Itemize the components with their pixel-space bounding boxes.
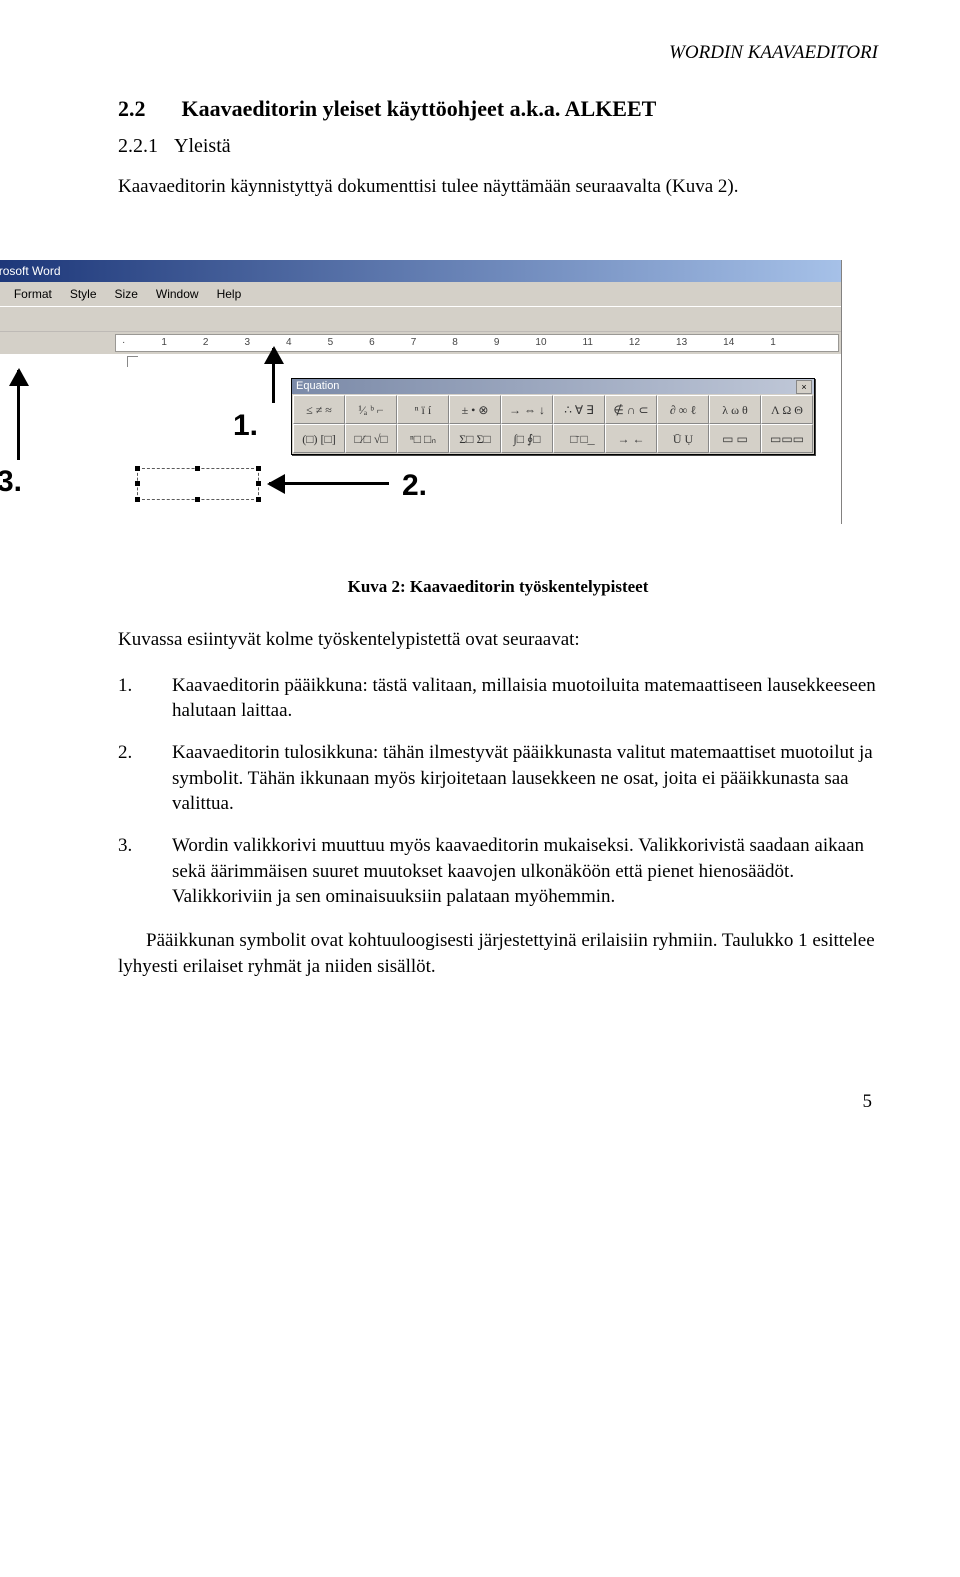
menu-format[interactable]: Format (6, 284, 60, 304)
list-text: Wordin valikkorivi muuttuu myös kaavaedi… (172, 833, 878, 910)
eq-spaces-ellipses[interactable]: ¹⁄ₐ ᵇ ⌐ (345, 395, 397, 424)
equation-row-1: ≤ ≠ ≈ ¹⁄ₐ ᵇ ⌐ ⁿ ï í ± • ⊗ → ⇔ ↓ ∴ ∀ ∃ ∉ … (293, 395, 813, 424)
list-item: 1. Kaavaeditorin pääikkuna: tästä valita… (118, 673, 878, 724)
eq-greek-upper[interactable]: Λ Ω Θ (761, 395, 813, 424)
section-title: Kaavaeditorin yleiset käyttöohjeet a.k.a… (182, 94, 657, 124)
section-number: 2.2 (118, 94, 146, 124)
eq-matrix-small[interactable]: ▭ ▭ (709, 424, 761, 453)
list-item: 2. Kaavaeditorin tulosikkuna: tähän ilme… (118, 740, 878, 817)
eq-over-underbar[interactable]: □̄ □͟ (553, 424, 605, 453)
eq-relational-symbols[interactable]: ≤ ≠ ≈ (293, 395, 345, 424)
list-text: Kaavaeditorin tulosikkuna: tähän ilmesty… (172, 740, 878, 817)
menu-view[interactable]: View (0, 284, 4, 304)
list-marker: 3. (118, 833, 152, 910)
document-page[interactable]: Equation × ≤ ≠ ≈ ¹⁄ₐ ᵇ ⌐ ⁿ ï í ± • ⊗ → ⇔… (0, 354, 841, 524)
resize-handle[interactable] (195, 466, 200, 471)
equation-toolbar[interactable]: Equation × ≤ ≠ ≈ ¹⁄ₐ ᵇ ⌐ ⁿ ï í ± • ⊗ → ⇔… (291, 378, 815, 455)
arrow-up-icon (272, 348, 275, 403)
running-header: WORDIN KAAVAEDITORI (118, 40, 878, 66)
horizontal-ruler-row: · 1 2 3 4 5 6 7 8 9 10 11 12 13 14 1 (0, 332, 841, 354)
annotation-label-2: 2. (402, 466, 427, 507)
menubar: File Edit View Format Style Size Window … (0, 282, 841, 307)
page-number: 5 (118, 1089, 878, 1115)
annotation-label-3: 3. (0, 462, 22, 503)
list-text: Kaavaeditorin pääikkuna: tästä valitaan,… (172, 673, 878, 724)
numbered-list: 1. Kaavaeditorin pääikkuna: tästä valita… (118, 673, 878, 910)
resize-handle[interactable] (135, 481, 140, 486)
eq-logical-symbols[interactable]: ∴ ∀ ∃ (553, 395, 605, 424)
resize-handle[interactable] (195, 497, 200, 502)
horizontal-ruler[interactable]: · 1 2 3 4 5 6 7 8 9 10 11 12 13 14 1 (115, 334, 839, 352)
eq-fraction-radical[interactable]: □⁄□ √□ (345, 424, 397, 453)
document-area: 1 2 Equation × ≤ ≠ ≈ ¹⁄ₐ ᵇ ⌐ (0, 354, 841, 524)
resize-handle[interactable] (135, 466, 140, 471)
arrow-up-icon (17, 370, 20, 460)
list-item: 3. Wordin valikkorivi muuttuu myös kaava… (118, 833, 878, 910)
subsection-title: Yleistä (174, 133, 231, 160)
eq-summation[interactable]: Σ□ Σ□ (449, 424, 501, 453)
closing-paragraph: Pääikkunan symbolit ovat kohtuuloogisest… (118, 928, 878, 979)
menu-size[interactable]: Size (107, 284, 146, 304)
eq-labeled-arrow[interactable]: → ← (605, 424, 657, 453)
menu-window[interactable]: Window (148, 284, 207, 304)
eq-greek-lower[interactable]: λ ω θ (709, 395, 761, 424)
window-title: Document2 - Microsoft Word (0, 263, 61, 279)
subsection-heading: 2.2.1 Yleistä (118, 133, 878, 160)
eq-fence-templates[interactable]: (□) [□] (293, 424, 345, 453)
lead-paragraph: Kuvassa esiintyvät kolme työskentelypist… (118, 627, 878, 653)
eq-sub-superscript[interactable]: ⁿ□ □ₙ (397, 424, 449, 453)
intro-paragraph: Kaavaeditorin käynnistyttyä dokumenttisi… (118, 174, 878, 200)
close-icon[interactable]: × (796, 380, 812, 394)
resize-handle[interactable] (256, 497, 261, 502)
subsection-number: 2.2.1 (118, 133, 158, 160)
annotation-label-1: 1. (233, 406, 258, 447)
eq-set-theory-symbols[interactable]: ∉ ∩ ⊂ (605, 395, 657, 424)
figure-caption: Kuva 2: Kaavaeditorin työskentelypisteet (118, 576, 878, 599)
figure-screenshot: W Document2 - Microsoft Word File Edit V… (0, 260, 842, 524)
page-corner-icon (127, 356, 138, 367)
list-marker: 2. (118, 740, 152, 817)
eq-operator-symbols[interactable]: ± • ⊗ (449, 395, 501, 424)
menu-help[interactable]: Help (209, 284, 250, 304)
equation-title-label: Equation (296, 379, 339, 394)
toolbar: L (0, 307, 841, 332)
eq-matrix-large[interactable]: ▭▭▭ (761, 424, 813, 453)
eq-integral[interactable]: ∫□ ∮□ (501, 424, 553, 453)
eq-misc-symbols[interactable]: ∂ ∞ ℓ (657, 395, 709, 424)
resize-handle[interactable] (256, 481, 261, 486)
resize-handle[interactable] (135, 497, 140, 502)
eq-embellishments[interactable]: ⁿ ï í (397, 395, 449, 424)
equation-edit-box[interactable] (137, 468, 259, 500)
resize-handle[interactable] (256, 466, 261, 471)
arrow-left-icon (269, 482, 389, 485)
menu-style[interactable]: Style (62, 284, 105, 304)
eq-products-set[interactable]: Ū Ụ (657, 424, 709, 453)
list-marker: 1. (118, 673, 152, 724)
ruler-gap (0, 332, 115, 354)
eq-arrow-symbols[interactable]: → ⇔ ↓ (501, 395, 553, 424)
section-heading: 2.2 Kaavaeditorin yleiset käyttöohjeet a… (118, 94, 878, 124)
equation-row-2: (□) [□] □⁄□ √□ ⁿ□ □ₙ Σ□ Σ□ ∫□ ∮□ □̄ □͟ →… (293, 424, 813, 453)
word-window: W Document2 - Microsoft Word File Edit V… (0, 260, 842, 524)
equation-toolbar-title[interactable]: Equation × (292, 379, 814, 394)
titlebar: W Document2 - Microsoft Word (0, 260, 841, 282)
